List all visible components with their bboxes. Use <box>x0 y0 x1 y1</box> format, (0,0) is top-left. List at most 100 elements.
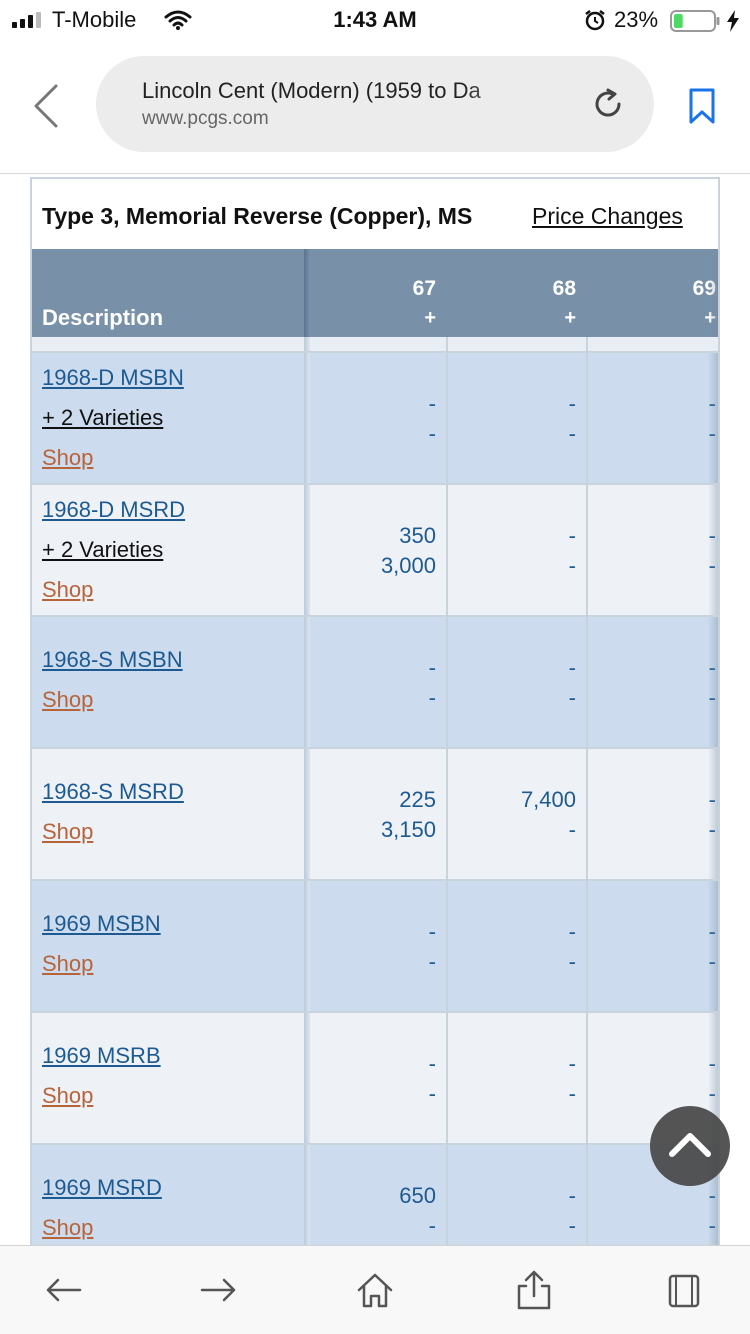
column-divider <box>446 1013 448 1143</box>
column-divider <box>304 881 310 1011</box>
shop-link[interactable]: Shop <box>42 445 93 471</box>
coin-name-link[interactable]: 1969 MSRD <box>42 1175 162 1201</box>
description-header: Description <box>42 305 164 330</box>
column-divider <box>586 881 588 1011</box>
price-value: - <box>428 919 436 944</box>
address-bar[interactable]: Lincoln Cent (Modern) (1959 to Da www.pc… <box>96 56 654 152</box>
price-value: 350 <box>399 523 436 548</box>
share-icon[interactable] <box>514 1270 554 1310</box>
table-header: Description 67 + 68 + 69 + <box>32 249 718 337</box>
charging-bolt-icon <box>727 10 739 32</box>
coin-name-link[interactable]: 1968-D MSRD <box>42 497 185 523</box>
scroll-to-top-button[interactable] <box>650 1106 730 1186</box>
population-value: - <box>708 1213 716 1238</box>
description-cell: 1969 MSRD Shop <box>32 1145 304 1245</box>
price-cell: -- <box>456 1013 586 1143</box>
alarm-icon <box>585 10 605 31</box>
column-divider <box>586 1013 588 1143</box>
price-cell: -- <box>596 485 718 615</box>
column-divider <box>446 617 448 747</box>
varieties-link[interactable]: + 2 Varieties <box>42 405 163 431</box>
population-value: - <box>568 1213 576 1238</box>
coin-name-link[interactable]: 1969 MSRB <box>42 1043 161 1069</box>
bookmark-icon[interactable] <box>688 88 716 124</box>
column-divider <box>304 1013 310 1143</box>
population-value: 3,000 <box>380 553 436 578</box>
forward-arrow-icon[interactable] <box>198 1270 238 1310</box>
price-value: - <box>428 1051 436 1076</box>
home-icon[interactable] <box>355 1270 395 1310</box>
back-chevron-icon[interactable] <box>28 82 64 130</box>
price-cell: -- <box>316 881 446 1011</box>
table-body: 1968-D MSBN + 2 Varieties Shop - - - - - -1968-D… <box>32 337 718 1245</box>
grade-label: 69 <box>692 277 716 300</box>
price-value: - <box>708 391 716 416</box>
population-value: - <box>708 949 716 974</box>
population-value: - <box>428 421 436 446</box>
coin-name-link[interactable]: 1969 MSBN <box>42 911 161 937</box>
price-value: - <box>568 655 576 680</box>
table-row: 1968-S MSBN Shop - - - - - - <box>32 617 718 749</box>
column-divider <box>446 485 448 615</box>
population-value: - <box>428 949 436 974</box>
description-cell: 1968-S MSRD Shop <box>32 749 304 879</box>
grade-plus: + <box>704 307 716 329</box>
page-title: Lincoln Cent (Modern) (1959 to Da <box>142 78 481 103</box>
shop-link[interactable]: Shop <box>42 951 93 977</box>
population-value: - <box>568 1081 576 1106</box>
population-value: - <box>428 685 436 710</box>
grade-67-header[interactable]: 67 + <box>306 277 436 330</box>
grade-69-header[interactable]: 69 + <box>586 277 716 330</box>
population-value: - <box>568 685 576 710</box>
population-value: - <box>708 553 716 578</box>
column-divider <box>586 337 588 351</box>
tabs-icon[interactable] <box>664 1270 704 1310</box>
price-cell: 650 - <box>316 1145 446 1245</box>
population-value: 3,150 <box>380 817 436 842</box>
price-value: - <box>568 391 576 416</box>
grade-68-header[interactable]: 68 + <box>446 277 576 330</box>
coin-name-link[interactable]: 1968-S MSRD <box>42 779 184 805</box>
price-value: - <box>708 523 716 548</box>
table-row: 1969 MSRB Shop - - - - - - <box>32 1013 718 1145</box>
price-cell: -- <box>456 881 586 1011</box>
shop-link[interactable]: Shop <box>42 577 93 603</box>
price-value: 225 <box>399 787 436 812</box>
grade-label: 67 <box>412 277 436 300</box>
coin-name-link[interactable]: 1968-S MSBN <box>42 647 183 673</box>
population-value: - <box>568 553 576 578</box>
coin-name-link[interactable]: 1968-D MSBN <box>42 365 184 391</box>
shop-link[interactable]: Shop <box>42 687 93 713</box>
table-row: 1968-D MSBN + 2 Varieties Shop - - - - - - <box>32 353 718 485</box>
price-cell: -- <box>316 1013 446 1143</box>
table-row: 1969 MSRD Shop 650- - - - - <box>32 1145 718 1245</box>
price-changes-link[interactable]: Price Changes <box>532 203 683 230</box>
column-divider <box>304 485 310 615</box>
price-value: - <box>568 919 576 944</box>
shop-link[interactable]: Shop <box>42 1083 93 1109</box>
price-table: Type 3, Memorial Reverse (Copper), MS Pr… <box>30 177 720 1245</box>
price-value: - <box>708 787 716 812</box>
shop-link[interactable]: Shop <box>42 1215 93 1241</box>
back-arrow-icon[interactable] <box>44 1270 84 1310</box>
price-cell: 225 3,150 <box>316 749 446 879</box>
price-cell: -- <box>456 485 586 615</box>
population-value: - <box>428 1081 436 1106</box>
shop-link[interactable]: Shop <box>42 819 93 845</box>
price-value: 7,400 <box>520 787 576 812</box>
price-cell: -- <box>596 353 718 483</box>
reload-icon[interactable] <box>590 86 626 122</box>
grade-label: 68 <box>552 277 576 300</box>
battery-icon <box>670 10 720 32</box>
varieties-link[interactable]: + 2 Varieties <box>42 537 163 563</box>
description-cell: 1969 MSRB Shop <box>32 1013 304 1143</box>
price-value: - <box>568 1051 576 1076</box>
price-value: - <box>708 655 716 680</box>
column-divider <box>304 617 310 747</box>
price-value: - <box>568 523 576 548</box>
column-divider <box>586 749 588 879</box>
table-row-partial <box>32 337 718 353</box>
chevron-up-icon <box>669 1133 711 1157</box>
price-cell: -- <box>596 749 718 879</box>
population-value: - <box>428 1213 436 1238</box>
